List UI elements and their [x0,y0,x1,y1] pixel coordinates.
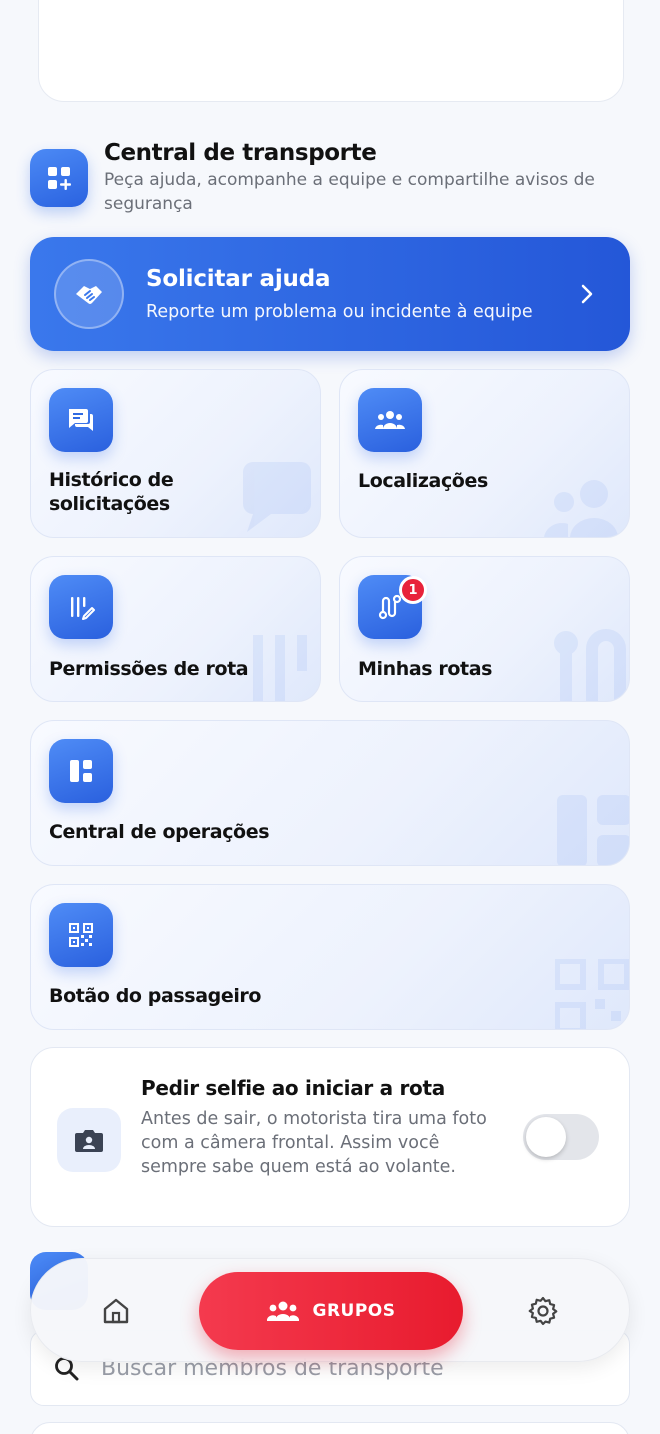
toggle-knob [526,1117,566,1157]
selfie-description: Antes de sair, o motorista tira uma foto… [141,1109,487,1177]
dashboard-icon [49,739,113,803]
nav-groups-label: GRUPOS [312,1301,396,1321]
qr-watermark-icon [555,959,629,1029]
selfie-setting-card: Pedir selfie ao iniciar a rota Antes de … [30,1047,630,1227]
dashboard-watermark-icon [557,795,629,865]
tile-passenger-button[interactable]: Botão do passageiro [30,884,630,1030]
bottom-navigation: GRUPOS [30,1258,630,1362]
previous-card [38,0,624,102]
tile-label: Localizações [358,470,488,492]
selfie-title: Pedir selfie ao iniciar a rota [141,1076,445,1100]
tile-route-permissions[interactable]: Permissões de rota [30,556,321,702]
route-watermark-icon [554,629,626,701]
tile-label: Minhas rotas [358,658,493,680]
chevron-right-icon [581,284,593,304]
tile-label: Central de operações [49,821,270,843]
chat-bubbles-icon [49,388,113,452]
help-title: Solicitar ajuda [146,266,331,292]
tile-label: Histórico de solicitações [49,469,174,515]
tile-label: Botão do passageiro [49,985,262,1007]
tile-request-history[interactable]: Histórico de solicitações [30,369,321,538]
home-icon[interactable] [101,1297,131,1325]
chat-watermark-icon [243,462,311,532]
qr-code-icon [49,903,113,967]
selfie-toggle[interactable] [523,1114,599,1160]
group-icon [358,388,422,452]
help-subtitle: Reporte um problema ou incidente à equip… [146,302,533,322]
permissions-watermark-icon [253,635,307,701]
nav-groups-button[interactable]: GRUPOS [199,1272,463,1350]
grid-plus-icon [30,149,88,207]
section-subtitle: Peça ajuda, acompanhe a equipe e compart… [104,170,595,214]
handshake-icon [54,259,124,329]
tile-my-routes[interactable]: 1 Minhas rotas [339,556,630,702]
request-help-button[interactable]: Solicitar ajuda Reporte um problema ou i… [30,237,630,351]
section-header: Central de transporte Peça ajuda, acompa… [30,140,640,216]
permissions-icon [49,575,113,639]
group-watermark-icon [544,480,618,537]
group-icon [267,1301,300,1321]
tile-operations-center[interactable]: Central de operações [30,720,630,866]
tile-label: Permissões de rota [49,658,249,680]
notification-badge: 1 [399,576,427,604]
tile-locations[interactable]: Localizações [339,369,630,538]
next-card [30,1422,630,1434]
section-title: Central de transporte [104,140,377,166]
camera-badge-icon [57,1108,121,1172]
gear-icon[interactable] [527,1295,559,1327]
